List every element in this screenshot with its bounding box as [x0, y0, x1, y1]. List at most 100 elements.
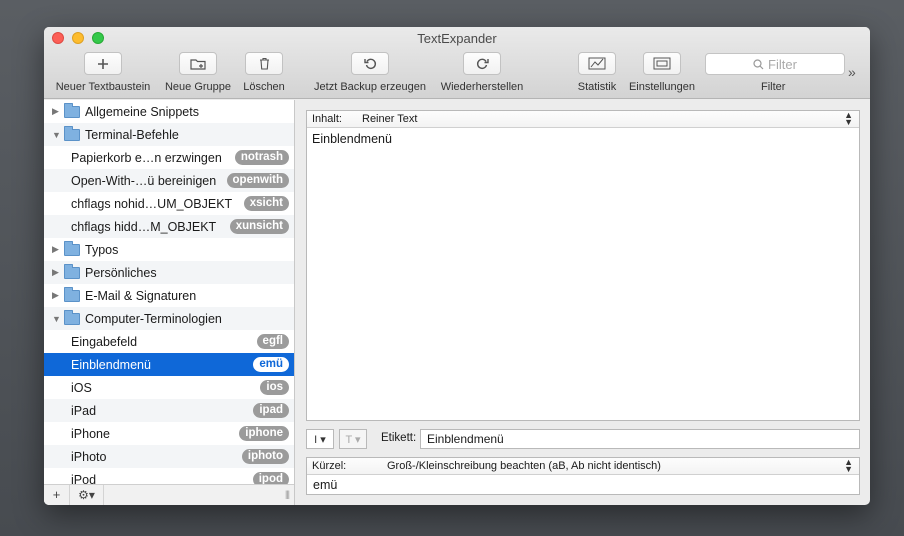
snippet-label: chflags hidd…M_OBJEKT	[71, 219, 217, 234]
snippet-row[interactable]: chflags hidd…M_OBJEKT xunsicht	[44, 215, 294, 238]
disclosure-closed-icon[interactable]: ▶	[52, 244, 62, 255]
snippet-row[interactable]: iPhone iphone	[44, 422, 294, 445]
abbreviation-badge: iphone	[239, 426, 289, 441]
stats-button[interactable]: Statistik	[578, 52, 616, 93]
abbreviation-caption: Kürzel:	[312, 460, 347, 472]
settings-button[interactable]: Einstellungen	[629, 52, 695, 93]
snippet-row[interactable]: chflags nohid…UM_OBJEKT xsicht	[44, 192, 294, 215]
backup-label: Jetzt Backup erzeugen	[314, 81, 426, 93]
group-label: Allgemeine Snippets	[85, 104, 199, 119]
window-title: TextExpander	[417, 31, 497, 46]
snippet-list: ▶ Allgemeine Snippets ▼ Terminal-Befehle Pap…	[44, 100, 294, 484]
snippet-editor-pane: Inhalt: Reiner Text ▲ ▼ Einblendmenü I ▾ …	[296, 100, 870, 505]
group-row[interactable]: ▶ Typos	[44, 238, 294, 261]
folder-icon	[64, 102, 80, 118]
delete-label: Löschen	[243, 81, 285, 93]
abbreviation-badge: notrash	[234, 150, 289, 165]
group-label: E-Mail & Signaturen	[85, 288, 197, 303]
group-row[interactable]: ▶ Allgemeine Snippets	[44, 100, 294, 123]
abbreviation-box: Kürzel: Groß-/Kleinschreibung beachten (…	[306, 457, 860, 495]
group-row[interactable]: ▼ Terminal-Befehle	[44, 123, 294, 146]
folder-icon	[64, 309, 80, 325]
case-sensitivity-select[interactable]: Kürzel: Groß-/Kleinschreibung beachten (…	[307, 458, 859, 475]
abbreviation-badge: ios	[260, 380, 289, 395]
label-caption: Etikett:	[381, 432, 417, 444]
content-editor: Inhalt: Reiner Text ▲ ▼ Einblendmenü	[306, 110, 860, 421]
case-option-value: Groß-/Kleinschreibung beachten (aB, Ab n…	[387, 460, 661, 472]
gear-icon[interactable]: ⚙▾	[70, 484, 104, 505]
group-row[interactable]: ▶ E-Mail & Signaturen	[44, 284, 294, 307]
group-label: Typos	[85, 242, 119, 257]
snippet-label: Open-With-…ü bereinigen	[71, 173, 217, 188]
snippet-label: iOS	[71, 380, 92, 395]
snippet-row[interactable]: Open-With-…ü bereinigen openwith	[44, 169, 294, 192]
snippet-row[interactable]: Papierkorb e…n erzwingen notrash	[44, 146, 294, 169]
restore-label: Wiederherstellen	[440, 81, 524, 93]
disclosure-open-icon[interactable]: ▼	[52, 314, 62, 324]
resize-handle-icon[interactable]: |||	[285, 489, 290, 499]
new-folder-icon	[179, 52, 217, 75]
content-textarea[interactable]: Einblendmenü	[307, 128, 859, 150]
abbreviation-input[interactable]: emü	[307, 475, 859, 495]
folder-icon	[64, 240, 80, 256]
stats-label: Statistik	[577, 81, 617, 93]
new-group-label: Neue Gruppe	[164, 81, 232, 93]
disclosure-closed-icon[interactable]: ▶	[52, 290, 62, 301]
snippet-label: iPod	[71, 472, 97, 485]
insert-cursor-button[interactable]: I ▾	[306, 429, 334, 449]
label-input[interactable]: Einblendmenü	[420, 429, 860, 449]
snippet-row[interactable]: iPhoto iphoto	[44, 445, 294, 468]
snippet-label: iPhone	[71, 426, 110, 441]
filter-label: Filter	[761, 81, 786, 93]
folder-icon	[64, 263, 80, 279]
group-label: Terminal-Befehle	[85, 127, 179, 142]
snippet-row[interactable]: iPod ipod	[44, 468, 294, 484]
new-snippet-label: Neuer Textbaustein	[55, 81, 151, 93]
snippet-sidebar: ▶ Allgemeine Snippets ▼ Terminal-Befehle Pap…	[44, 100, 295, 505]
abbreviation-badge: openwith	[226, 173, 289, 188]
folder-icon	[64, 286, 80, 302]
chart-icon	[578, 52, 616, 75]
group-row[interactable]: ▼ Computer-Terminologien	[44, 307, 294, 330]
content-type-select[interactable]: Inhalt: Reiner Text ▲ ▼	[307, 111, 859, 128]
snippet-label: Eingabefeld	[71, 334, 138, 349]
sidebar-footer: + ⚙▾ |||	[44, 484, 294, 505]
snippet-label: iPad	[71, 403, 97, 418]
snippet-row[interactable]: iPad ipad	[44, 399, 294, 422]
delete-button[interactable]: Löschen	[243, 52, 285, 93]
redo-arrow-icon	[463, 52, 501, 75]
backup-button[interactable]: Jetzt Backup erzeugen	[314, 52, 426, 93]
snippet-row[interactable]: Eingabefeld egfl	[44, 330, 294, 353]
abbreviation-badge: emü	[253, 357, 289, 372]
abbreviation-badge: xsicht	[243, 196, 289, 211]
restore-button[interactable]: Wiederherstellen	[441, 52, 523, 93]
textexpander-window: TextExpander Neuer Textbaustein Neue Gru…	[44, 27, 870, 505]
disclosure-open-icon[interactable]: ▼	[52, 130, 62, 140]
abbreviation-badge: ipod	[252, 472, 289, 484]
snippet-label: iPhoto	[71, 449, 107, 464]
abbreviation-badge: egfl	[256, 334, 289, 349]
text-cursor-icon: I ▾	[314, 433, 326, 446]
toolbar: TextExpander Neuer Textbaustein Neue Gru…	[44, 27, 870, 99]
snippet-label: Einblendmenü	[71, 357, 151, 372]
search-icon	[753, 58, 764, 69]
add-icon[interactable]: +	[44, 484, 70, 505]
abbreviation-badge: ipad	[253, 403, 289, 418]
filter-input[interactable]: Filter	[705, 53, 845, 75]
group-row[interactable]: ▶ Persönliches	[44, 261, 294, 284]
new-snippet-button[interactable]: Neuer Textbaustein	[56, 52, 150, 93]
undo-arrow-icon	[351, 52, 389, 75]
snippet-row[interactable]: Einblendmenü emü	[44, 353, 294, 376]
group-label: Computer-Terminologien	[85, 311, 222, 326]
toolbar-overflow-icon[interactable]: »	[848, 64, 856, 80]
new-group-button[interactable]: Neue Gruppe	[165, 52, 231, 93]
snippet-row[interactable]: iOS ios	[44, 376, 294, 399]
snippet-label: Papierkorb e…n erzwingen	[71, 150, 222, 165]
plus-icon	[84, 52, 122, 75]
disclosure-closed-icon[interactable]: ▶	[52, 106, 62, 117]
disclosure-closed-icon[interactable]: ▶	[52, 267, 62, 278]
group-label: Persönliches	[85, 265, 157, 280]
text-format-icon: T ▾	[345, 433, 361, 446]
format-text-button[interactable]: T ▾	[339, 429, 367, 449]
snippet-label: chflags nohid…UM_OBJEKT	[71, 196, 233, 211]
